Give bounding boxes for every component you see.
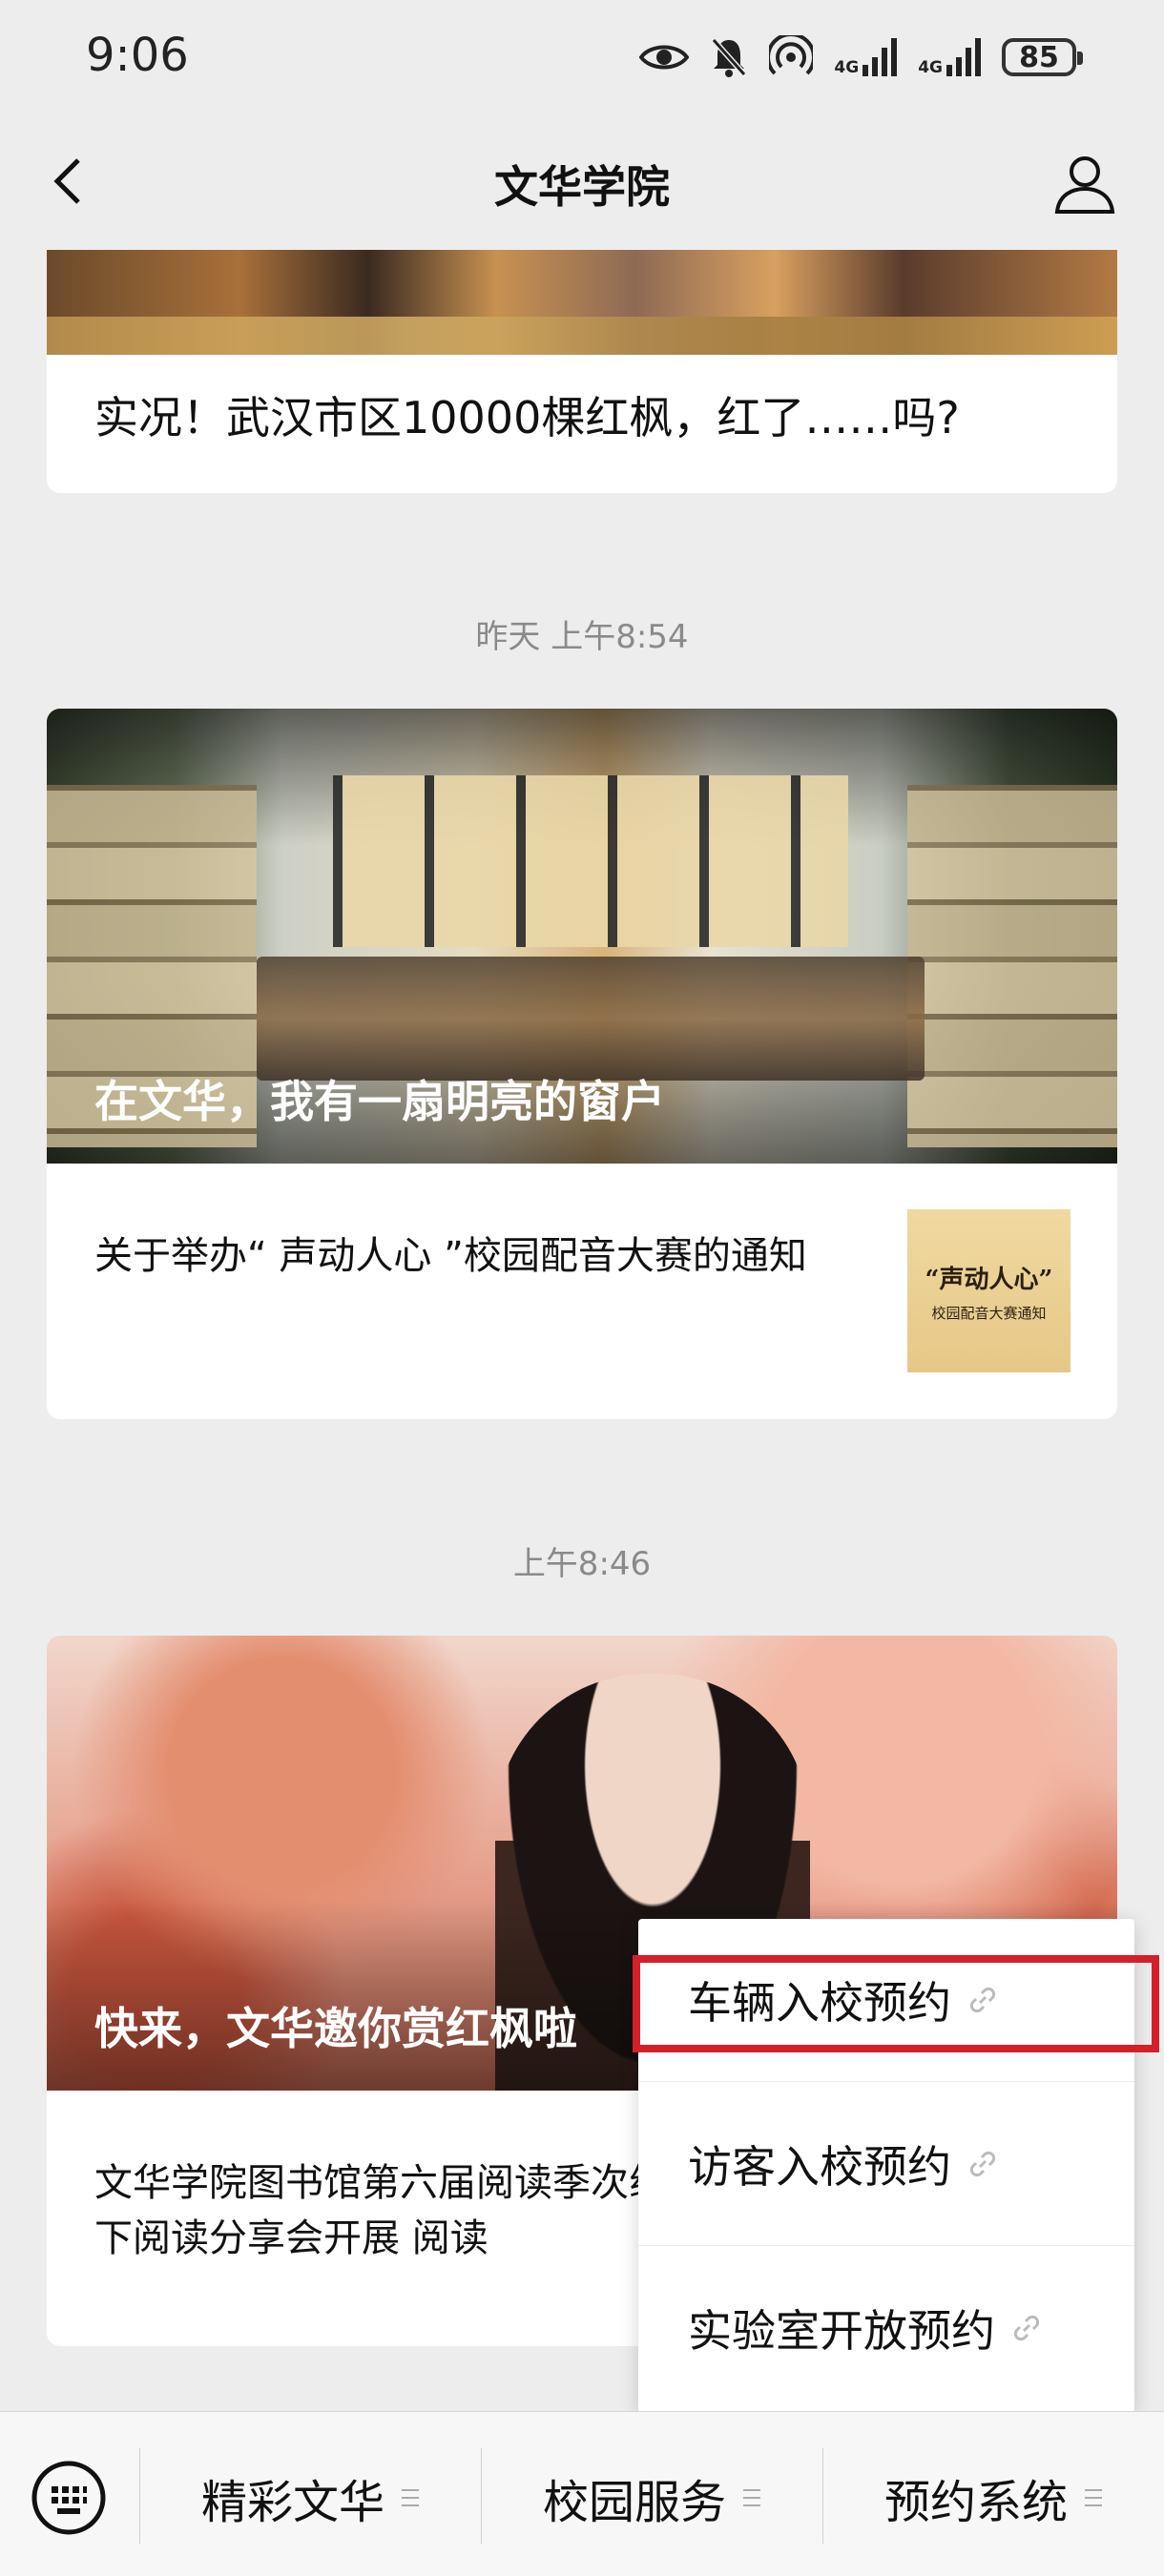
signal-1: 4G xyxy=(834,38,898,77)
status-time: 9:06 xyxy=(86,29,189,82)
network-label-2: 4G xyxy=(918,58,943,77)
page-title: 文华学院 xyxy=(494,161,670,213)
article-hero-caption[interactable]: 在文华，我有一扇明亮的窗户 xyxy=(94,1067,665,1130)
signal-bars-icon xyxy=(946,38,981,76)
signal-bars-icon xyxy=(863,38,898,76)
menu-tab-campus-services[interactable]: 校园服务 xyxy=(481,2455,822,2541)
timestamp: 上午8:46 xyxy=(512,1545,652,1583)
menu-tab-reservation-system[interactable]: 预约系统 xyxy=(822,2455,1164,2541)
keyboard-icon[interactable] xyxy=(31,2460,107,2536)
highlight-box xyxy=(633,1955,1159,2052)
submenu-icon xyxy=(402,2489,419,2506)
nav-bar: 文华学院 xyxy=(0,114,1164,248)
article-headline[interactable]: 实况！武汉市区10000棵红枫，红了……吗? xyxy=(94,383,1077,446)
article-thumbnail[interactable]: “声动人心” 校园配音大赛通知 xyxy=(907,1209,1070,1372)
battery-indicator: 85 xyxy=(1002,38,1083,76)
menu-item-visitor-reservation[interactable]: 访客入校预约 xyxy=(638,2083,1134,2246)
profile-icon[interactable] xyxy=(1053,153,1116,216)
bottom-menu-bar: 精彩文华 校园服务 预约系统 xyxy=(0,2411,1164,2576)
menu-item-label: 实验室开放预约 xyxy=(688,2305,995,2357)
timestamp: 昨天 上午8:54 xyxy=(475,618,689,656)
menu-item-label: 访客入校预约 xyxy=(688,2141,951,2193)
menu-tab-label: 精彩文华 xyxy=(200,2476,385,2529)
link-icon xyxy=(969,2151,996,2177)
thumbnail-title: “声动人心” xyxy=(925,1265,1053,1294)
submenu-icon xyxy=(743,2489,760,2506)
network-label-1: 4G xyxy=(834,58,860,77)
menu-tab-label: 预约系统 xyxy=(883,2476,1068,2529)
article-image xyxy=(47,250,1117,355)
signal-2: 4G xyxy=(918,38,981,76)
battery-level: 85 xyxy=(1019,40,1059,74)
eye-icon xyxy=(639,45,690,70)
menu-tab-highlights[interactable]: 精彩文华 xyxy=(139,2455,481,2541)
menu-item-lab-reservation[interactable]: 实验室开放预约 xyxy=(638,2247,1134,2409)
thumbnail-subtitle: 校园配音大赛通知 xyxy=(931,1304,1047,1322)
status-bar: 9:06 4G 4G 85 xyxy=(0,0,1164,114)
article-hero-caption[interactable]: 快来，文华邀你赏红枫啦 xyxy=(94,1994,577,2057)
mute-bell-icon xyxy=(712,38,747,77)
article-hero-image[interactable]: 在文华，我有一扇明亮的窗户 xyxy=(47,709,1117,1164)
hotspot-icon xyxy=(769,35,814,75)
menu-tab-label: 校园服务 xyxy=(542,2476,726,2529)
article-card[interactable]: 实况！武汉市区10000棵红枫，红了……吗? xyxy=(47,250,1117,493)
submenu-icon xyxy=(1085,2489,1102,2506)
link-icon xyxy=(1013,2315,1040,2341)
article-card[interactable]: 在文华，我有一扇明亮的窗户 关于举办“ 声动人心 ”校园配音大赛的通知 “声动人… xyxy=(47,709,1117,1419)
article-item-title[interactable]: 文华学院图书馆第六届阅读季次线下阅读分享会开展 阅读 xyxy=(94,2155,667,2266)
status-icons: 4G 4G 85 xyxy=(639,31,1083,84)
article-item-title[interactable]: 关于举办“ 声动人心 ”校园配音大赛的通知 xyxy=(94,1228,915,1284)
